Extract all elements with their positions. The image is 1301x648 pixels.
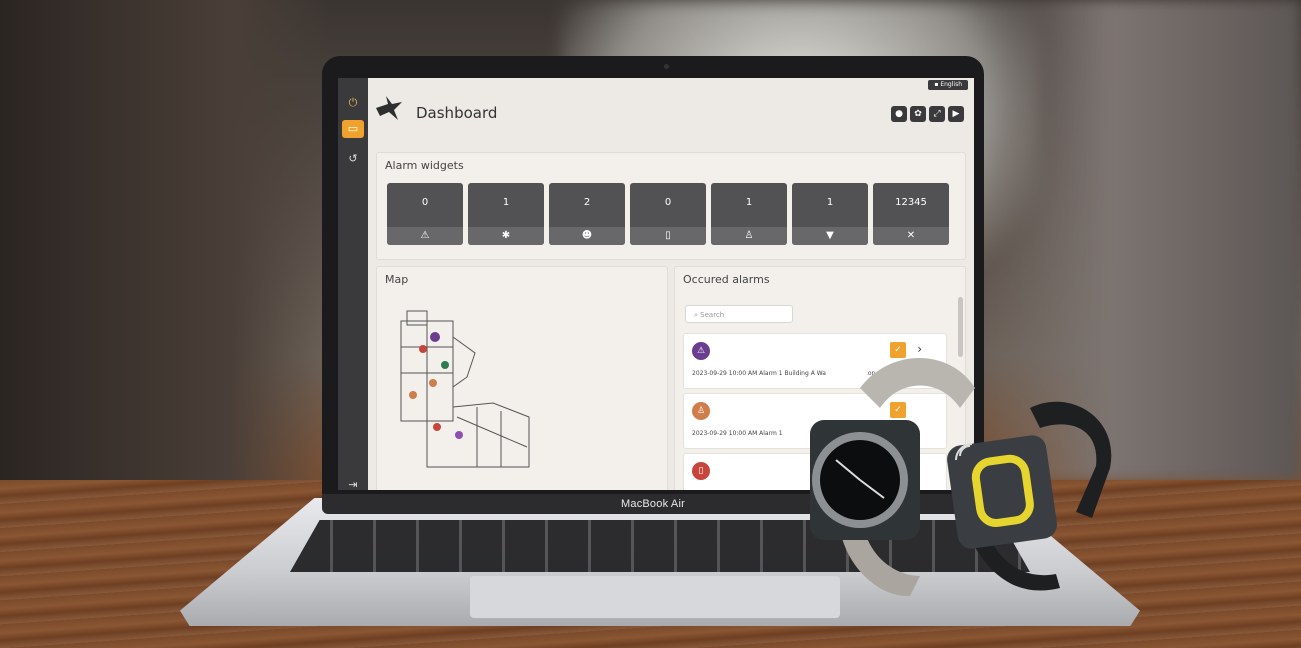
fall-person-icon: ⚠ [387, 227, 463, 245]
flag-icon: ▪ [934, 81, 939, 88]
location-pin-icon[interactable]: ● [891, 106, 907, 122]
alarm-widgets-panel: Alarm widgets 0 ⚠ 1 ✱ 2 ☻ 0 ▯ 1 ♙ 1 ▼ 12… [376, 152, 966, 260]
trackpad [470, 576, 840, 618]
side-rail: ⏻ ▭ ↺ ⇥ [338, 78, 368, 490]
widget-value: 12345 [895, 197, 927, 208]
caregiver-icon: ♙ [711, 227, 787, 245]
toolbar: ● ✿ ⤢ ▶ [891, 106, 964, 122]
alarm-meta: 2023-09-29 10:00 AM Alarm 1 [692, 430, 783, 437]
widget-row: 0 ⚠ 1 ✱ 2 ☻ 0 ▯ 1 ♙ 1 ▼ 12345 ✕ [387, 183, 949, 245]
map-panel: Map [376, 266, 668, 490]
bird-logo-icon [376, 96, 402, 120]
caregiver-icon: ♙ [692, 402, 710, 420]
tools-icon: ✕ [873, 227, 949, 245]
search-placeholder: Search [700, 311, 725, 319]
map-marker[interactable] [419, 345, 427, 353]
map-marker[interactable] [433, 423, 441, 431]
widget-value: 0 [421, 197, 429, 208]
map-marker[interactable] [455, 431, 463, 439]
background-shelf [0, 0, 330, 480]
play-icon[interactable]: ▶ [948, 106, 964, 122]
webcam [664, 64, 669, 69]
door-exit-icon: ▯ [692, 462, 710, 480]
alarm-bell-icon: ✱ [468, 227, 544, 245]
widget-value: 2 [583, 197, 591, 208]
page-title: Dashboard [416, 104, 498, 122]
device-icon: ▼ [792, 227, 868, 245]
floor-plan-map[interactable] [397, 307, 537, 477]
map-marker[interactable] [441, 361, 449, 369]
wrist-devices [810, 358, 1112, 597]
widget-value: 1 [826, 197, 834, 208]
widget-value: 0 [664, 197, 672, 208]
alarm-widget[interactable]: 1 ✱ [468, 183, 544, 245]
gear-icon[interactable]: ✿ [910, 106, 926, 122]
power-icon[interactable]: ⏻ [342, 94, 364, 112]
alarm-widget[interactable]: 0 ⚠ [387, 183, 463, 245]
search-input[interactable]: ⌕ Search [685, 305, 793, 323]
language-label: English [940, 81, 962, 88]
alarm-widget[interactable]: 1 ▼ [792, 183, 868, 245]
map-marker[interactable] [429, 379, 437, 387]
map-marker[interactable] [409, 391, 417, 399]
door-exit-icon: ▯ [630, 227, 706, 245]
alarm-widget[interactable]: 0 ▯ [630, 183, 706, 245]
alarm-widget[interactable]: 1 ♙ [711, 183, 787, 245]
person-alert-icon: ☻ [549, 227, 625, 245]
dashboard-icon[interactable]: ▭ [342, 120, 364, 138]
widget-value: 1 [502, 197, 510, 208]
logout-icon[interactable]: ⇥ [342, 476, 364, 490]
panel-title: Map [385, 273, 409, 286]
alarm-widget[interactable]: 2 ☻ [549, 183, 625, 245]
panel-title: Occured alarms [683, 273, 770, 286]
search-icon: ⌕ [694, 311, 698, 319]
widget-value: 1 [745, 197, 753, 208]
fall-person-icon: ⚠ [692, 342, 710, 360]
expand-icon[interactable]: ⤢ [929, 106, 945, 122]
alarm-widget[interactable]: 12345 ✕ [873, 183, 949, 245]
map-marker[interactable] [430, 332, 440, 342]
history-icon[interactable]: ↺ [342, 150, 364, 168]
page-header: Dashboard ● ✿ ⤢ ▶ [370, 88, 968, 132]
panel-title: Alarm widgets [385, 159, 464, 172]
